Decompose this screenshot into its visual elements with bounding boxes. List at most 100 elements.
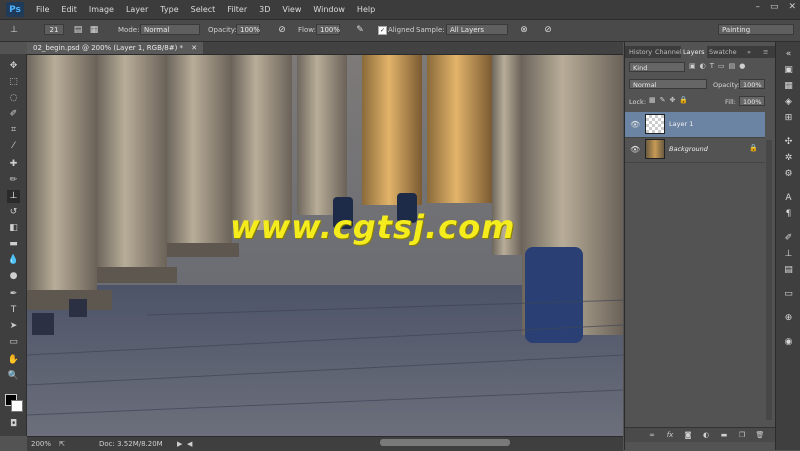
info-panel-icon[interactable]: ▭ [782,288,795,301]
zoom-level[interactable]: 200% [31,440,51,448]
trash-icon[interactable]: 🗑 [755,430,765,440]
adjustment-icon[interactable]: ◐ [701,430,711,440]
swatches-panel-icon[interactable]: ▦ [782,80,795,93]
menu-window[interactable]: Window [307,5,351,14]
gradient-tool-icon[interactable]: ▬ [7,238,20,251]
move-tool-icon[interactable]: ✥ [7,60,20,73]
menu-3d[interactable]: 3D [253,5,276,14]
crop-tool-icon[interactable]: ⌗ [7,124,20,137]
brush-presets-icon[interactable]: ⚙ [782,168,795,181]
panel-menu-icon[interactable]: ≡ [761,46,770,58]
navigator-panel-icon[interactable]: ◉ [782,336,795,349]
zoom-tool-icon[interactable]: 🔍 [7,370,20,383]
menu-layer[interactable]: Layer [120,5,154,14]
layer-name[interactable]: Layer 1 [669,120,693,128]
mode-select[interactable]: Normal [140,24,200,35]
layer-row[interactable]: 👁 Layer 1 [625,112,765,138]
sample-select[interactable]: All Layers [446,24,508,35]
settings-panel-icon[interactable]: ✲ [782,152,795,165]
aligned-checkbox[interactable]: ✓ [378,26,387,35]
pen-tool-icon[interactable]: ✒ [7,288,20,301]
group-icon[interactable]: ▬ [719,430,729,440]
clone-stamp-tool-preset-icon[interactable]: ⊥ [8,24,20,36]
layer-row[interactable]: 👁 Background 🔒 [625,137,765,163]
clone-stamp-tool-icon[interactable]: ⊥ [7,190,20,203]
marquee-tool-icon[interactable]: ⬚ [7,76,20,89]
grid-panel-icon[interactable]: ⊞ [782,112,795,125]
tab-channels[interactable]: Channel [653,46,684,58]
layers-footer: ∞ fx ◙ ◐ ▬ ❐ 🗑 [625,427,775,442]
visibility-eye-icon[interactable]: 👁 [630,145,640,155]
airbrush-icon[interactable]: ✎ [354,24,366,36]
layer-name[interactable]: Background [669,145,708,153]
menu-file[interactable]: File [30,5,55,14]
tool-presets-icon[interactable]: ✐ [782,232,795,245]
brush-size-picker[interactable]: 21 [44,24,64,35]
menu-select[interactable]: Select [185,5,222,14]
new-layer-icon[interactable]: ❐ [737,430,747,440]
tab-layers[interactable]: Layers [681,46,707,58]
flow-input[interactable]: 100% [316,24,340,35]
lasso-tool-icon[interactable]: ◌ [7,92,20,105]
scroll-left-icon[interactable]: ◀ [187,440,192,448]
visibility-eye-icon[interactable]: 👁 [630,120,640,130]
layer-filter-kind-select[interactable]: Kind [629,62,685,72]
menu-edit[interactable]: Edit [55,5,83,14]
shape-tool-icon[interactable]: ▭ [7,336,20,349]
blend-mode-select[interactable]: Normal [629,79,707,89]
horizontal-scrollbar-thumb[interactable] [380,439,510,446]
fill-input[interactable]: 100% [739,96,765,106]
workspace-select[interactable]: Painting [718,24,794,35]
eyedropper-tool-icon[interactable]: ⁄ [7,140,20,153]
paths-panel-icon[interactable]: ✣ [782,136,795,149]
history-brush-tool-icon[interactable]: ↺ [7,206,20,219]
layers-panel-icon[interactable]: ◈ [782,96,795,109]
clone-source-icon[interactable]: ▦ [88,24,100,36]
character-panel-icon[interactable]: A [782,192,795,205]
mask-icon[interactable]: ◙ [683,430,693,440]
dodge-tool-icon[interactable]: ● [7,270,20,283]
blur-tool-icon[interactable]: 💧 [7,254,20,267]
healing-brush-tool-icon[interactable]: ✚ [7,158,20,171]
maximize-button[interactable]: ▭ [770,2,779,12]
close-tab-icon[interactable]: ✕ [191,44,197,52]
status-menu-arrow-icon[interactable]: ▶ [177,440,182,448]
lock-icons[interactable]: ▦✎✥🔒 [649,96,692,104]
pressure-opacity-icon[interactable]: ⊘ [276,24,288,36]
panel-scrollbar[interactable] [766,140,772,420]
quick-mask-icon[interactable]: ◘ [7,418,20,431]
menu-image[interactable]: Image [83,5,120,14]
panel-collapse-icon[interactable]: » [745,46,753,58]
minimize-button[interactable]: – [755,2,760,12]
share-icon[interactable]: ⇱ [59,440,65,448]
close-button[interactable]: ✕ [788,2,796,12]
layer-opacity-input[interactable]: 100% [739,79,765,89]
pressure-size-icon[interactable]: ⊘ [542,24,554,36]
properties-panel-icon[interactable]: ⊕ [782,312,795,325]
dock-expand-icon[interactable]: « [782,48,795,61]
brush-panel-icon[interactable]: ▤ [72,24,84,36]
eraser-tool-icon[interactable]: ◧ [7,222,20,235]
document-tab[interactable]: 02_begin.psd @ 200% (Layer 1, RGB/8#) * … [27,42,204,54]
clone-source-panel-icon[interactable]: ⊥ [782,248,795,261]
link-icon[interactable]: ∞ [647,430,657,440]
paragraph-panel-icon[interactable]: ¶ [782,208,795,221]
type-tool-icon[interactable]: T [7,304,20,317]
menu-help[interactable]: Help [351,5,381,14]
brush-panel-icon[interactable]: ▤ [782,264,795,277]
fx-icon[interactable]: fx [665,430,675,440]
menu-view[interactable]: View [276,5,307,14]
quick-selection-tool-icon[interactable]: ✐ [7,108,20,121]
tab-history[interactable]: History [627,46,654,58]
brush-tool-icon[interactable]: ✏ [7,174,20,187]
path-selection-tool-icon[interactable]: ➤ [7,320,20,333]
color-panel-icon[interactable]: ▣ [782,64,795,77]
menu-type[interactable]: Type [154,5,184,14]
tab-swatches[interactable]: Swatche [707,46,739,58]
opacity-input[interactable]: 100% [236,24,260,35]
ignore-adjustment-layers-icon[interactable]: ⊗ [518,24,530,36]
hand-tool-icon[interactable]: ✋ [7,354,20,367]
layer-filter-icons[interactable]: ▣◐T▭▤● [689,62,769,72]
background-color-swatch[interactable] [11,400,23,412]
menu-filter[interactable]: Filter [221,5,253,14]
